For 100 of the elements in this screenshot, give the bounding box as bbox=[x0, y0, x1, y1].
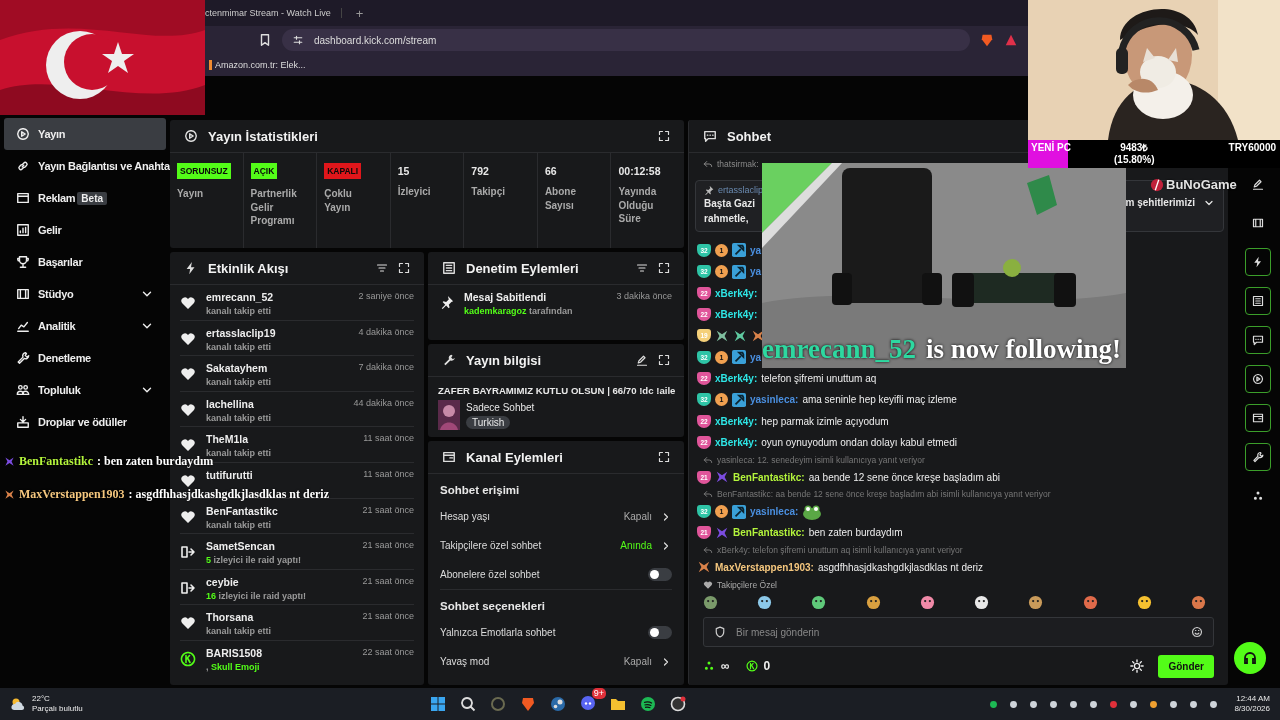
sidebar-item[interactable]: Denetleme bbox=[4, 342, 166, 374]
chat-username[interactable]: xBerk4y: bbox=[715, 287, 758, 299]
chat-username[interactable]: xBerk4y: bbox=[715, 308, 758, 320]
expand-icon[interactable] bbox=[658, 130, 670, 142]
tray-icon[interactable] bbox=[1028, 698, 1040, 710]
panel-title: Yayın bilgisi bbox=[466, 352, 542, 368]
goal-percent: (15.80%) bbox=[1114, 154, 1155, 166]
send-button[interactable]: Gönder bbox=[1158, 654, 1214, 678]
tray-icon[interactable] bbox=[1068, 698, 1080, 710]
emoji-icon[interactable] bbox=[1191, 626, 1203, 638]
steam-icon[interactable] bbox=[550, 696, 566, 712]
bookmark-link[interactable]: Amazon.com.tr: Elek... bbox=[209, 60, 306, 70]
setting-value[interactable]: Anında bbox=[620, 540, 652, 551]
chat-username[interactable]: xBerk4y: bbox=[715, 373, 758, 385]
toggle-switch[interactable] bbox=[648, 626, 672, 639]
chat-username[interactable]: xBerk4y: bbox=[715, 437, 758, 449]
emote-icon[interactable] bbox=[1028, 595, 1044, 610]
pinned-author[interactable]: ertasslaclip bbox=[718, 185, 764, 195]
folder-icon[interactable] bbox=[610, 696, 626, 712]
browser-tab[interactable]: ctenmimar Stream - Watch Live bbox=[205, 8, 342, 18]
bookmark-icon[interactable] bbox=[258, 33, 272, 47]
chat-username[interactable]: ya bbox=[750, 351, 762, 363]
username[interactable]: Thorsana bbox=[206, 611, 353, 624]
address-bar[interactable]: dashboard.kick.com/stream bbox=[282, 29, 970, 51]
sidebar-item[interactable]: Topluluk bbox=[4, 374, 166, 406]
emote-icon[interactable] bbox=[1190, 595, 1206, 610]
panel-toggle-button[interactable] bbox=[1245, 326, 1271, 354]
emote-icon[interactable] bbox=[865, 595, 881, 610]
chat-username[interactable]: MaxVerstappen1903: bbox=[715, 561, 814, 573]
chat-username[interactable]: BenFantastikc: bbox=[733, 471, 805, 483]
panel-toggle-button[interactable] bbox=[1245, 443, 1271, 471]
tray-icon[interactable] bbox=[1148, 698, 1160, 710]
settings-icon[interactable] bbox=[1130, 659, 1145, 673]
chat-message: hep parmak izimle açıyodum bbox=[761, 415, 889, 427]
tray-icon[interactable] bbox=[1188, 698, 1200, 710]
tray-icon[interactable] bbox=[1168, 698, 1180, 710]
chat-username[interactable]: ya bbox=[750, 244, 762, 256]
new-tab-button[interactable]: + bbox=[355, 5, 364, 21]
panel-toggle-button[interactable] bbox=[1245, 287, 1271, 315]
sidebar-item[interactable]: Stüdyo bbox=[4, 278, 166, 310]
setting-value[interactable]: Kapalı bbox=[623, 511, 652, 522]
username[interactable]: Sakatayhem bbox=[206, 362, 349, 375]
triangle-icon[interactable] bbox=[1004, 33, 1018, 47]
username[interactable]: ceybie bbox=[206, 575, 353, 588]
sidebar-item[interactable]: Gelir bbox=[4, 214, 166, 246]
emote-icon[interactable] bbox=[919, 595, 935, 610]
filter-icon[interactable] bbox=[376, 262, 388, 274]
toggle-switch[interactable] bbox=[648, 568, 672, 581]
panel-toggle-button[interactable] bbox=[1245, 365, 1271, 393]
sidebar-item[interactable]: Yayın bbox=[4, 118, 166, 150]
chat-username[interactable]: yasinleca: bbox=[750, 506, 799, 517]
expand-icon[interactable] bbox=[398, 262, 410, 274]
emote-icon[interactable] bbox=[974, 595, 990, 610]
tray-icon[interactable] bbox=[1088, 698, 1100, 710]
username[interactable]: lachellina bbox=[206, 397, 344, 410]
expand-icon[interactable] bbox=[658, 262, 670, 274]
sidebar-item[interactable]: Başarılar bbox=[4, 246, 166, 278]
username[interactable]: BARIS1508 bbox=[206, 646, 353, 659]
discord-icon[interactable] bbox=[580, 695, 596, 711]
username[interactable]: TheM1la bbox=[206, 433, 354, 446]
ring-icon[interactable] bbox=[490, 696, 506, 712]
username[interactable]: SametSencan bbox=[206, 540, 353, 553]
tray-icon[interactable] bbox=[1128, 698, 1140, 710]
tray-icon[interactable] bbox=[988, 698, 1000, 710]
message-input[interactable]: Bir mesaj gönderin bbox=[703, 617, 1214, 647]
username[interactable]: ertasslaclip19 bbox=[206, 326, 349, 339]
cloud-sun-icon[interactable] bbox=[10, 696, 26, 712]
record-icon[interactable] bbox=[670, 696, 686, 712]
emote-icon[interactable] bbox=[811, 595, 827, 610]
sidebar-item[interactable]: Reklam Beta bbox=[4, 182, 166, 214]
chat-username[interactable]: xBerk4y: bbox=[715, 415, 758, 427]
category-name[interactable]: Sadece Sohbet bbox=[466, 402, 535, 413]
tray-icon[interactable] bbox=[1048, 698, 1060, 710]
tray-icon[interactable] bbox=[1008, 698, 1020, 710]
windows-icon[interactable] bbox=[430, 696, 446, 712]
expand-icon[interactable] bbox=[658, 354, 670, 366]
tray-icon[interactable] bbox=[1208, 698, 1220, 710]
chat-username[interactable]: yasinleca: bbox=[750, 394, 799, 406]
setting-value[interactable]: Kapalı bbox=[623, 656, 652, 667]
support-button[interactable] bbox=[1234, 642, 1266, 674]
expand-icon[interactable] bbox=[658, 451, 670, 463]
spotify-icon[interactable] bbox=[640, 696, 656, 712]
emote-icon[interactable] bbox=[757, 595, 773, 610]
chat-username[interactable]: BenFantastikc: bbox=[733, 527, 805, 539]
emote-icon[interactable] bbox=[1136, 595, 1152, 610]
filter-icon[interactable] bbox=[636, 262, 648, 274]
panel-title: Kanal Eylemleri bbox=[466, 449, 563, 465]
chat-username[interactable]: ya bbox=[750, 266, 762, 278]
username[interactable]: tutifurutti bbox=[206, 468, 354, 481]
stat-label: Yayında Olduğu Süre bbox=[618, 185, 658, 226]
emote-icon[interactable] bbox=[703, 595, 718, 610]
pencil-icon[interactable] bbox=[636, 354, 648, 366]
timestamp: 11 saat önce bbox=[363, 468, 414, 479]
sidebar-item[interactable]: Droplar ve ödüller bbox=[4, 406, 166, 438]
username[interactable]: BenFantastikc bbox=[206, 504, 353, 517]
panel-toggle-button[interactable] bbox=[1245, 248, 1271, 276]
username[interactable]: emrecann_52 bbox=[206, 291, 349, 303]
search-icon[interactable] bbox=[460, 696, 476, 712]
sidebar-item[interactable]: Analitik bbox=[4, 310, 166, 342]
panel-toggle-button[interactable] bbox=[1245, 404, 1271, 432]
